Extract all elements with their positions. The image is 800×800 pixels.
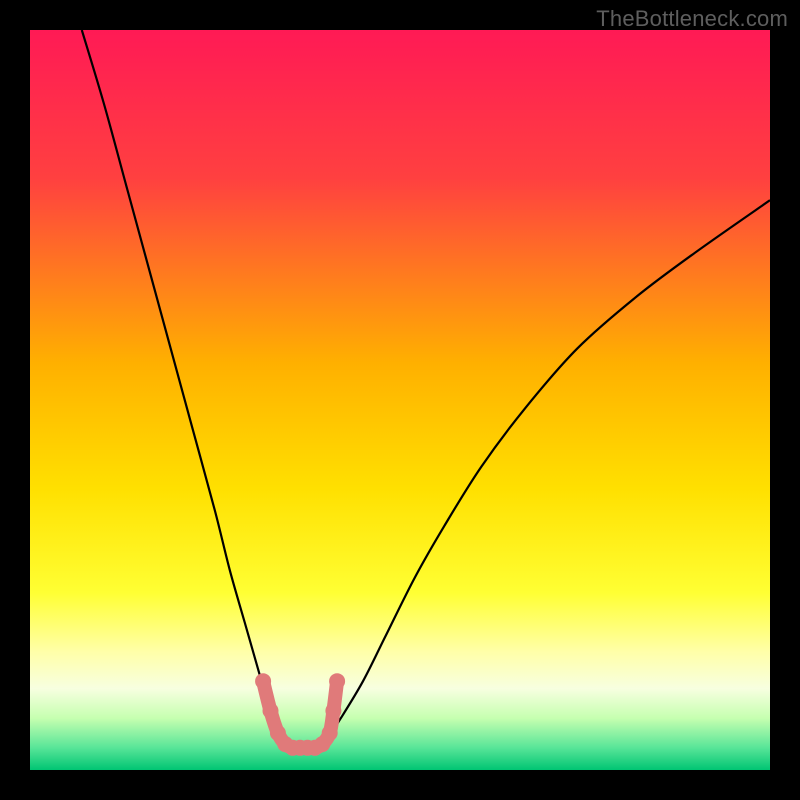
- marker-dot: [255, 673, 271, 689]
- marker-dot: [322, 725, 338, 741]
- marker-dot: [263, 703, 279, 719]
- watermark-text: TheBottleneck.com: [596, 6, 788, 32]
- gradient-background: [30, 30, 770, 770]
- chart-svg: [30, 30, 770, 770]
- plot-area: [30, 30, 770, 770]
- marker-dot: [325, 703, 341, 719]
- marker-dot: [329, 673, 345, 689]
- chart-frame: TheBottleneck.com: [0, 0, 800, 800]
